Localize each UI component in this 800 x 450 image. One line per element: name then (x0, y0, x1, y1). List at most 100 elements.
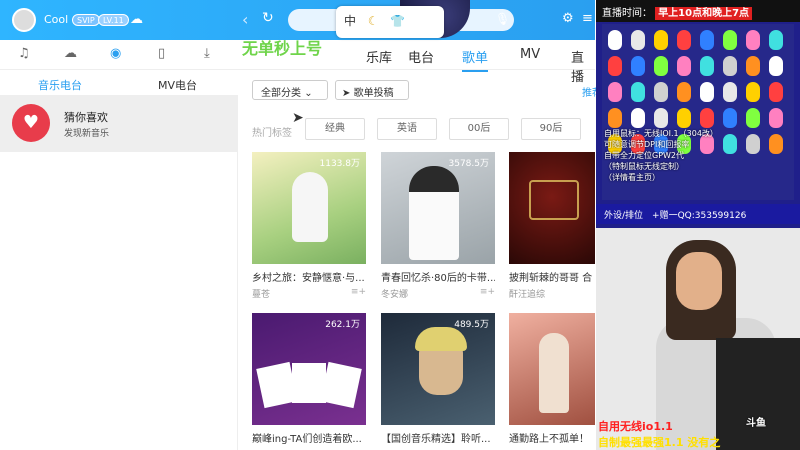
card-title[interactable]: 乡村之旅：安静惬意·与... (252, 269, 366, 284)
mouse-product (723, 134, 737, 154)
mouse-product (723, 56, 737, 76)
cursor-icon: ➤ (292, 110, 304, 126)
play-count: 262.1万 (325, 320, 360, 330)
cover-image[interactable] (509, 152, 595, 264)
tab-live[interactable]: 直播 (571, 47, 595, 85)
heart-icon: ♥ (12, 104, 50, 142)
device-icon[interactable]: ▯ (158, 46, 165, 61)
download-icon[interactable]: ⤓ (204, 46, 210, 61)
back-icon[interactable]: ‹ (242, 10, 248, 29)
tag-00s[interactable]: 00后 (449, 118, 509, 140)
mouse-product (677, 30, 691, 50)
category-select[interactable]: 全部分类 ⌄ (252, 80, 328, 100)
chevron-down-icon: ⌄ (304, 88, 313, 99)
music-note-icon[interactable]: ♫ (18, 46, 30, 61)
mouse-product (677, 56, 691, 76)
shirt-icon: 👕 (390, 14, 410, 28)
girl-figure (539, 333, 569, 413)
mouse-product (631, 30, 645, 50)
emblem-shape (529, 180, 579, 220)
send-icon: ➤ (342, 88, 351, 99)
radio-icon[interactable]: ◉ (110, 46, 121, 61)
hot-tags-label: 热门标签 (252, 128, 292, 139)
tab-library[interactable]: 乐库 (366, 47, 392, 66)
menu-icon[interactable]: ≡ (582, 11, 593, 26)
cloud-icon[interactable]: ☁ (64, 46, 77, 61)
mouse-product (677, 108, 691, 128)
sidebar-subtabs: 音乐电台 MV电台 (0, 70, 238, 96)
promo-line: 可随意调节DPI和回报率 (604, 140, 690, 149)
mouse-product (746, 30, 760, 50)
moon-icon: ☾ (360, 14, 391, 28)
mouse-product (746, 134, 760, 154)
add-playlist-icon[interactable]: ≡+ (351, 287, 366, 297)
mouse-product (654, 56, 668, 76)
promo-line: （特制鼠标无线定制） (604, 162, 684, 171)
card-title[interactable]: 巅峰ing-TA们创造着欧... (252, 430, 366, 445)
tab-radio[interactable]: 电台 (408, 47, 434, 66)
mouse-product (769, 134, 783, 154)
watermark-text: 无单秒上号 (242, 39, 323, 58)
svip-badge[interactable]: SVIP (72, 14, 100, 26)
cover-image[interactable]: 3578.5万 (381, 152, 495, 264)
promo-text: 自用鼠标：无线IOI.1（304改） 可随意调节DPI和回报率 自带全力定位GP… (604, 128, 718, 183)
top-bar: Cool SVIP LV.11 ☁ ‹ ↻ 🎙 ⚙ ≡ 中 ☾ 👕 (0, 0, 595, 40)
webcam-feed: 斗鱼 自用无线io1.1 自制最强最强1.1 没有之 (596, 228, 800, 450)
avatar[interactable] (12, 8, 36, 32)
radio-title: 猜你喜欢 (64, 111, 108, 124)
sidebar-nav: ♫ ☁ ◉ ▯ ⤓ (0, 40, 238, 70)
username[interactable]: Cool (44, 13, 68, 26)
play-count: 3578.5万 (448, 159, 490, 169)
settings-icon[interactable]: ⚙ (562, 11, 574, 26)
character-hair (415, 327, 467, 351)
tag-english[interactable]: 英语 (377, 118, 437, 140)
promo-line: 自带全力定位GPW2代 (604, 151, 685, 160)
mouse-product (631, 82, 645, 102)
tab-music-radio[interactable]: 音乐电台 (38, 77, 82, 93)
card-author[interactable]: 酐汪追综 (509, 287, 545, 300)
radio-item-guess[interactable]: ♥ 猜你喜欢 发现新音乐 (0, 96, 238, 152)
mouse-product (700, 82, 714, 102)
mic-icon[interactable]: 🎙 (495, 12, 510, 26)
tag-classic[interactable]: 经典 (305, 118, 365, 140)
card-title[interactable]: 【国创音乐精选】聆听... (381, 430, 495, 445)
submit-label: 歌单投稿 (353, 88, 394, 99)
card-author[interactable]: 冬安娜 (381, 287, 408, 300)
qq-contact: 外设/排位 +赠一QQ:353599126 (596, 204, 800, 224)
cover-image[interactable] (509, 313, 595, 425)
cloud-icon[interactable]: ☁ (130, 12, 144, 27)
cover-image[interactable]: 489.5万 (381, 313, 495, 425)
promo-line: 自用鼠标：无线IOI.1（304改） (604, 129, 718, 138)
level-badge[interactable]: LV.11 (98, 14, 129, 26)
caption-line: 自制最强最强1.1 没有之 (598, 436, 721, 449)
tab-playlists[interactable]: 歌单 (462, 47, 489, 72)
douyu-logo: 斗鱼 (746, 418, 766, 429)
mouse-product (631, 108, 645, 128)
schedule-label: 直播时间： (602, 8, 652, 19)
add-playlist-icon[interactable]: ≡+ (480, 287, 495, 297)
monitor-shape (716, 338, 800, 450)
photo-card (320, 361, 362, 409)
tab-mv[interactable]: MV (520, 47, 540, 62)
mouse-product (654, 30, 668, 50)
card-author[interactable]: 蔓苍 (252, 287, 270, 300)
cover-image[interactable]: 262.1万 (252, 313, 366, 425)
mouse-product (654, 82, 668, 102)
mouse-product (631, 56, 645, 76)
caption-line: 自用无线io1.1 (598, 420, 673, 433)
card-title[interactable]: 通勤路上不孤单！ (509, 430, 595, 445)
cover-image[interactable]: 1133.8万 (252, 152, 366, 264)
tab-mv-radio[interactable]: MV电台 (158, 77, 197, 93)
promo-line: （详情看主页） (604, 173, 660, 182)
submit-playlist-button[interactable]: ➤ 歌单投稿 (335, 80, 409, 100)
card-title[interactable]: 青春回忆杀·80后的卡带... (381, 269, 495, 284)
stream-overlay: 直播时间： 早上10点和晚上7点 自用鼠标：无线IOI.1（304改） 可随意调… (596, 0, 800, 450)
mouse-product (769, 108, 783, 128)
mouse-product (769, 56, 783, 76)
card-title[interactable]: 披荆斩棘的哥哥 合 (509, 269, 595, 284)
refresh-icon[interactable]: ↻ (262, 10, 274, 26)
tag-90s[interactable]: 90后 (521, 118, 581, 140)
hair-shape (409, 166, 459, 192)
sidebar-empty (0, 152, 238, 450)
play-count: 489.5万 (454, 320, 489, 330)
